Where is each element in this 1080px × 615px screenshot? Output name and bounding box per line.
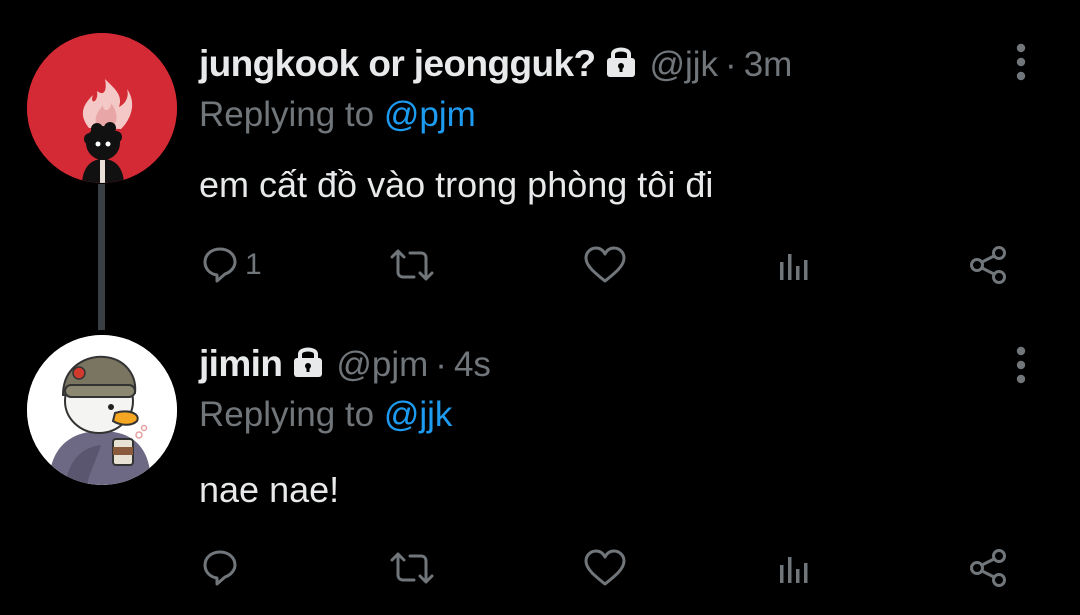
avatar[interactable] bbox=[27, 33, 177, 183]
display-name[interactable]: jungkook or jeongguk? bbox=[199, 43, 596, 85]
retweet-icon bbox=[390, 249, 434, 281]
tweet[interactable]: jimin @pjm · 4s Replying to @jjk nae nae… bbox=[0, 320, 1080, 615]
views-button[interactable] bbox=[778, 543, 814, 593]
separator: · bbox=[725, 45, 737, 84]
reply-mention[interactable]: @jjk bbox=[384, 395, 453, 434]
timestamp[interactable]: 3m bbox=[744, 45, 793, 85]
retweet-button[interactable] bbox=[388, 240, 436, 290]
more-icon[interactable] bbox=[1008, 345, 1034, 385]
tweet[interactable]: jungkook or jeongguk? @jjk · 3m Replying… bbox=[0, 0, 1080, 330]
avatar[interactable] bbox=[27, 335, 177, 485]
lock-icon bbox=[290, 344, 326, 383]
thread-line bbox=[98, 184, 105, 330]
timestamp[interactable]: 4s bbox=[454, 345, 491, 385]
handle[interactable]: @pjm bbox=[336, 345, 428, 385]
reply-button[interactable] bbox=[203, 543, 245, 593]
display-name[interactable]: jimin bbox=[199, 343, 283, 385]
like-icon bbox=[584, 549, 626, 586]
views-icon bbox=[780, 254, 808, 280]
tweet-text: nae nae! bbox=[199, 469, 340, 510]
replying-prefix: Replying to bbox=[199, 395, 384, 434]
like-icon bbox=[584, 246, 626, 283]
separator: · bbox=[435, 345, 447, 384]
share-icon bbox=[970, 246, 1006, 284]
reply-icon bbox=[203, 247, 237, 283]
like-button[interactable] bbox=[583, 543, 627, 593]
handle[interactable]: @jjk bbox=[649, 45, 718, 85]
reply-count: 1 bbox=[245, 248, 262, 281]
more-icon[interactable] bbox=[1008, 42, 1034, 82]
views-icon bbox=[780, 557, 808, 583]
action-bar bbox=[195, 543, 1025, 593]
replying-to: Replying to @pjm bbox=[199, 95, 476, 135]
reply-mention[interactable]: @pjm bbox=[384, 95, 476, 134]
tweet-header: jimin @pjm · 4s bbox=[199, 342, 491, 385]
reply-icon bbox=[203, 550, 237, 586]
replying-to: Replying to @jjk bbox=[199, 395, 452, 435]
tweet-header: jungkook or jeongguk? @jjk · 3m bbox=[199, 42, 792, 85]
reply-button[interactable]: 1 bbox=[203, 240, 262, 290]
like-button[interactable] bbox=[583, 240, 627, 290]
lock-icon bbox=[603, 44, 639, 83]
share-button[interactable] bbox=[968, 543, 1010, 593]
replying-prefix: Replying to bbox=[199, 95, 384, 134]
share-icon bbox=[970, 549, 1006, 587]
action-bar: 1 bbox=[195, 240, 1025, 290]
views-button[interactable] bbox=[778, 240, 814, 290]
retweet-icon bbox=[390, 552, 434, 584]
share-button[interactable] bbox=[968, 240, 1010, 290]
retweet-button[interactable] bbox=[388, 543, 436, 593]
tweet-text: em cất đồ vào trong phòng tôi đi bbox=[199, 164, 714, 205]
